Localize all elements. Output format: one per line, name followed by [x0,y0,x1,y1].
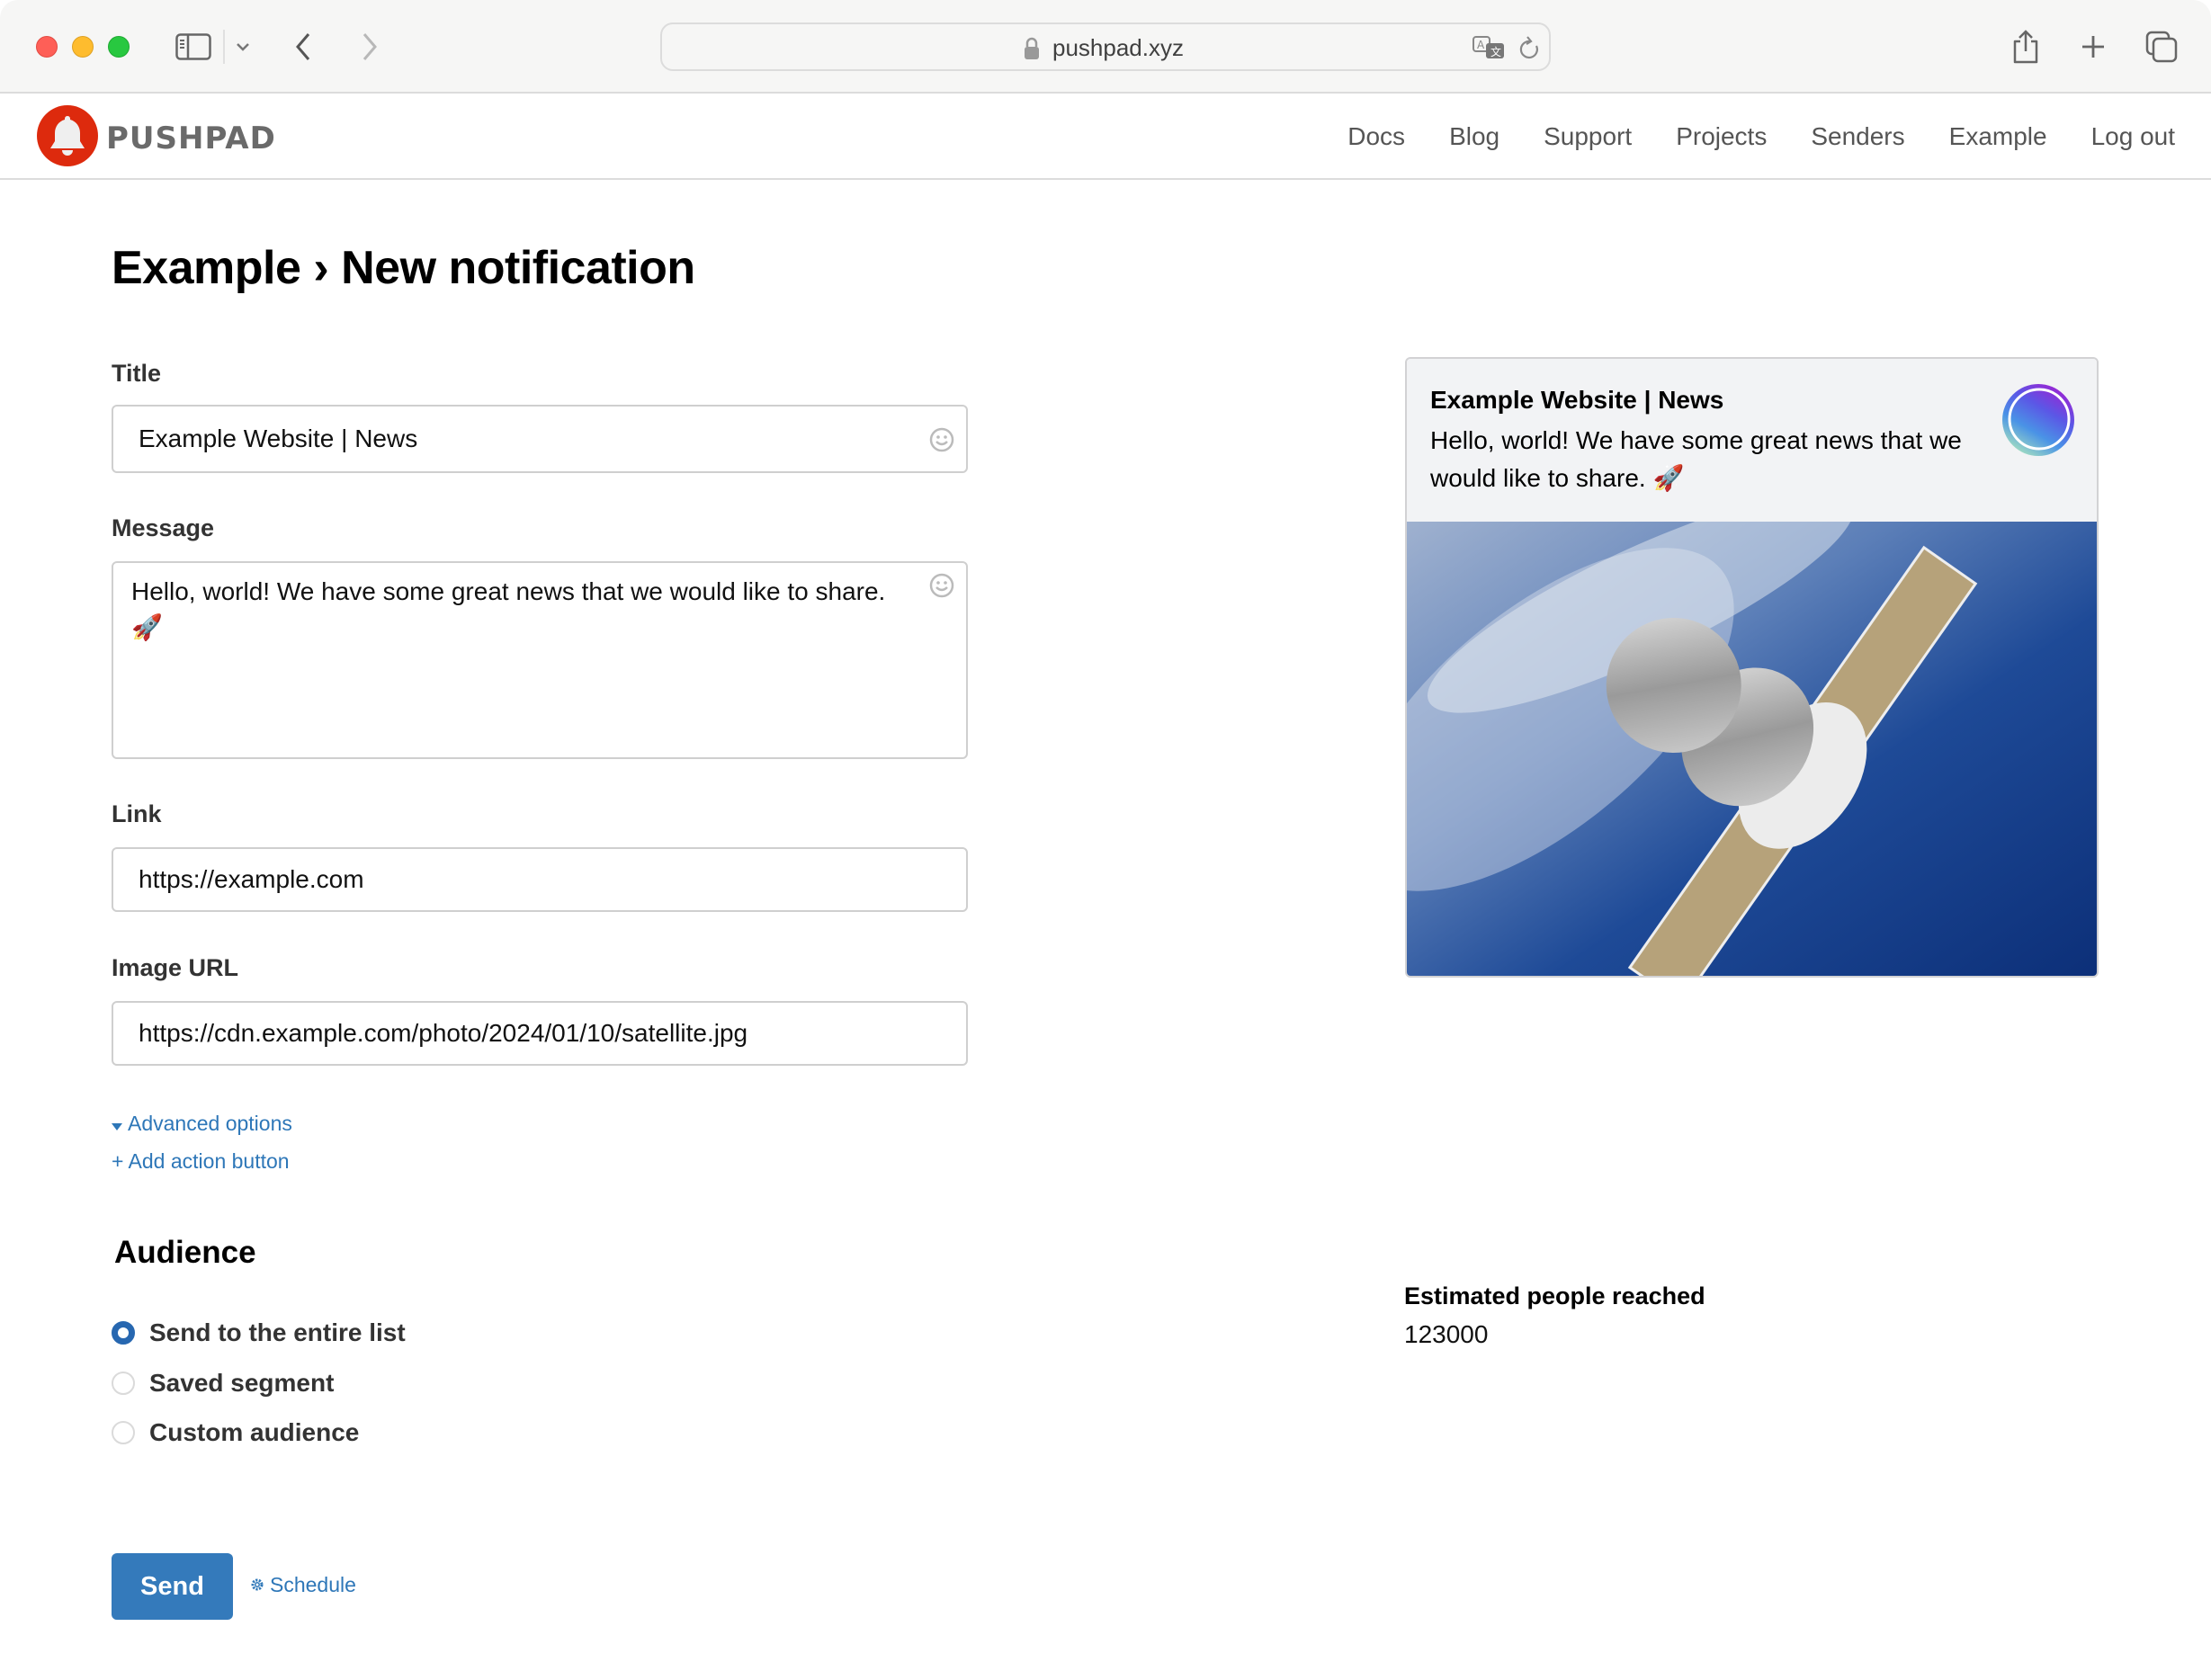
advanced-options-toggle[interactable]: Advanced options [112,1112,292,1136]
caret-down-icon [112,1112,122,1136]
title-input-value: Example Website | News [139,424,418,452]
satellite-photo [1407,492,2097,976]
send-button[interactable]: Send [112,1553,233,1620]
nav-logout[interactable]: Log out [2091,122,2175,151]
brand-name: PUSHPAD [106,120,276,156]
message-textarea[interactable]: Hello, world! We have some great news th… [112,561,968,759]
site-header: PUSHPAD Docs Blog Support Projects Sende… [0,94,2211,180]
nav-blog[interactable]: Blog [1449,122,1499,151]
radio-label: Saved segment [149,1369,335,1397]
audience-option-custom-audience[interactable]: Custom audience [112,1418,359,1447]
minimize-window-button[interactable] [72,36,94,58]
image-url-input[interactable]: https://cdn.example.com/photo/2024/01/10… [112,1001,968,1066]
estimated-reach-value: 123000 [1404,1320,1489,1348]
image-url-label: Image URL [112,954,239,981]
radio-custom-audience[interactable] [112,1421,135,1444]
preview-title: Example Website | News [1430,386,1724,414]
close-window-button[interactable] [36,36,58,58]
radio-label: Send to the entire list [149,1318,406,1346]
sidebar-icon[interactable] [175,25,212,68]
link-input[interactable]: https://example.com [112,847,968,912]
message-textarea-value: Hello, world! We have some great news th… [131,577,886,641]
link-label: Link [112,800,162,827]
link-input-value: https://example.com [139,865,364,893]
translate-icon[interactable]: A文 [1472,35,1509,67]
nav-docs[interactable]: Docs [1347,122,1405,151]
browser-toolbar: pushpad.xyz A文 [0,0,2211,94]
page-title: Example › New notification [112,242,695,294]
preview-body: Hello, world! We have some great news th… [1430,426,1962,492]
nav-support[interactable]: Support [1544,122,1632,151]
tabs-icon[interactable] [2145,25,2178,68]
nav-projects[interactable]: Projects [1676,122,1767,151]
emoji-picker-icon[interactable] [928,572,955,599]
logo[interactable]: PUSHPAD [36,104,276,172]
address-bar[interactable]: pushpad.xyz A文 [660,22,1551,71]
notification-preview: Example Website | News Hello, world! We … [1405,357,2099,978]
audience-option-saved-segment[interactable]: Saved segment [112,1369,334,1398]
schedule-link[interactable]: Schedule [250,1573,356,1597]
emoji-picker-icon[interactable] [928,426,955,453]
title-input[interactable]: Example Website | News [112,405,968,473]
url-text: pushpad.xyz [1052,34,1184,61]
share-icon[interactable] [2010,25,2041,68]
lock-icon [1024,37,1040,65]
nav-example[interactable]: Example [1949,122,2047,151]
gradient-circle-icon [2001,382,2076,458]
zoom-window-button[interactable] [108,36,130,58]
reload-icon[interactable] [1518,35,1542,67]
audience-title: Audience [114,1235,256,1270]
radio-entire-list[interactable] [112,1321,135,1345]
message-label: Message [112,514,215,541]
chevron-right-icon[interactable] [356,25,383,68]
svg-text:文: 文 [1490,45,1501,58]
image-url-input-value: https://cdn.example.com/photo/2024/01/10… [139,1019,748,1047]
main-nav: Docs Blog Support Projects Senders Examp… [1303,94,2175,180]
advanced-options-label: Advanced options [128,1112,292,1135]
plus-icon[interactable] [2078,25,2108,68]
add-action-button-link[interactable]: + Add action button [112,1149,290,1174]
radio-label: Custom audience [149,1418,360,1446]
preview-header: Example Website | News Hello, world! We … [1407,359,2097,522]
bell-icon [36,104,99,172]
gear-icon [250,1573,264,1597]
schedule-label: Schedule [270,1573,356,1596]
nav-senders[interactable]: Senders [1811,122,1904,151]
audience-option-entire-list[interactable]: Send to the entire list [112,1318,406,1347]
toolbar-divider [223,30,225,64]
radio-saved-segment[interactable] [112,1372,135,1395]
title-label: Title [112,360,162,387]
chevron-left-icon[interactable] [290,25,317,68]
chevron-down-icon[interactable] [236,25,250,68]
estimated-reach-label: Estimated people reached [1404,1282,1705,1309]
svg-text:A: A [1477,39,1485,51]
